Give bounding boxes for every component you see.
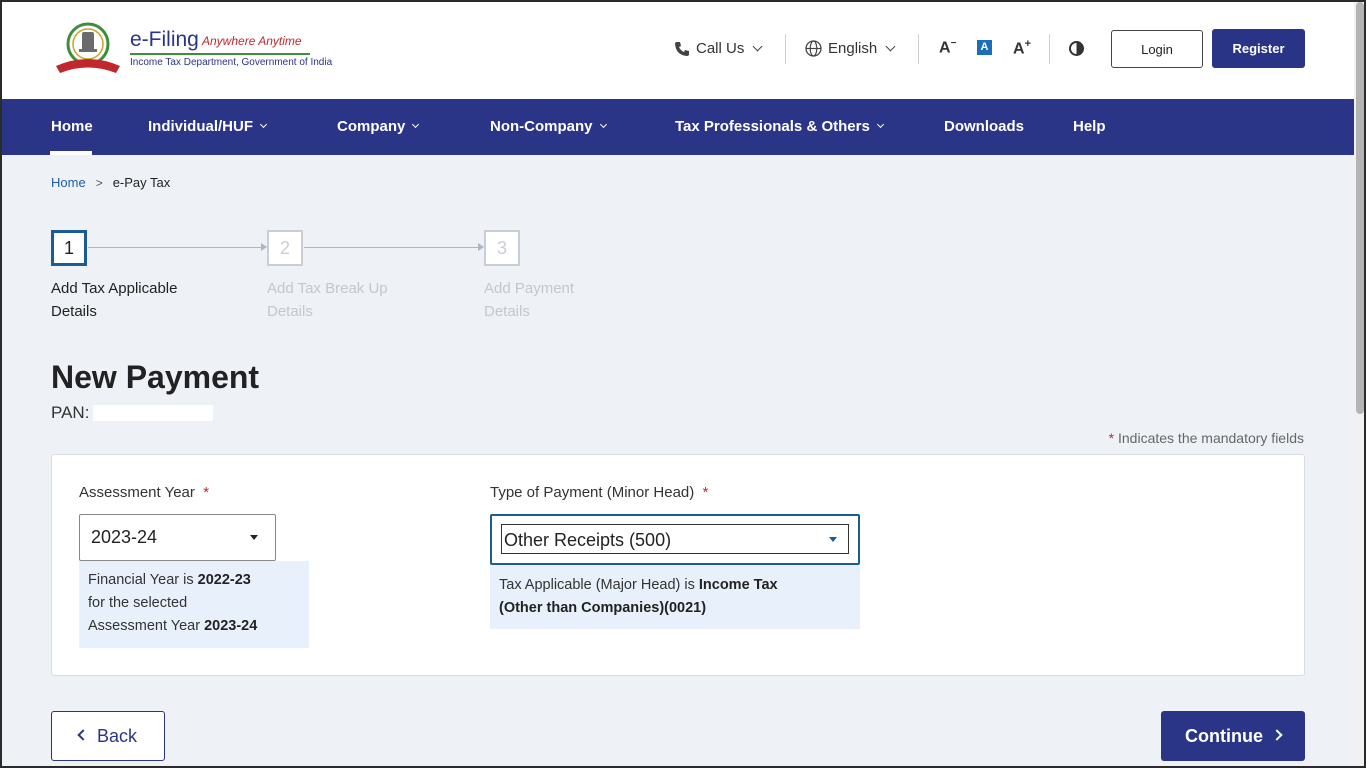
fy-info-mid: for the selected: [88, 595, 188, 611]
font-increase-label: A: [1013, 40, 1025, 58]
nav-item-label: Home: [51, 118, 93, 135]
chevron-down-icon: [412, 120, 420, 129]
type-of-payment-select[interactable]: Other Receipts (500): [490, 514, 860, 565]
font-increase-button[interactable]: A+: [1013, 38, 1031, 58]
nav-item-label: Help: [1073, 118, 1106, 135]
assessment-year-value: 2023-24: [91, 527, 158, 547]
step-3-label: Add Payment Details: [484, 280, 575, 320]
chevron-down-icon: [885, 41, 896, 52]
register-button[interactable]: Register: [1212, 29, 1305, 68]
breadcrumb-current: e-Pay Tax: [112, 175, 171, 190]
header-divider: [918, 34, 919, 64]
government-emblem-icon: [56, 22, 120, 73]
login-button[interactable]: Login: [1111, 30, 1203, 68]
page-title: New Payment: [51, 359, 260, 395]
back-button[interactable]: Back: [51, 711, 165, 761]
required-star: *: [1108, 430, 1115, 446]
nav-item-label: Non-Company: [490, 118, 593, 135]
type-of-payment-label-text: Type of Payment (Minor Head): [490, 484, 695, 501]
pan-display: PAN:: [51, 403, 214, 423]
mandatory-note: * Indicates the mandatory fields: [1109, 430, 1304, 446]
nav-item-help[interactable]: Help: [1073, 118, 1106, 135]
main-nav: Home Individual/HUF Company Non-Company …: [0, 99, 1354, 155]
assessment-year-label-text: Assessment Year: [79, 484, 195, 501]
major-head-code: (Other than Companies)(0021): [499, 600, 707, 616]
scrollbar-thumb[interactable]: [1356, 2, 1364, 414]
language-dropdown[interactable]: English: [805, 40, 896, 57]
ay-info-prefix: Assessment Year: [88, 618, 201, 634]
chevron-down-icon: [599, 120, 607, 129]
site-header: e-Filing Anywhere Anytime Income Tax Dep…: [0, 0, 1366, 99]
breadcrumb: Home > e-Pay Tax: [51, 175, 170, 190]
nav-item-label: Company: [337, 118, 406, 135]
logo-underline: [130, 53, 310, 55]
breadcrumb-home-link[interactable]: Home: [51, 175, 86, 190]
breadcrumb-separator: >: [95, 175, 103, 190]
pan-value-redacted: [93, 405, 214, 421]
call-us-label: Call Us: [696, 40, 745, 57]
major-head-value: Income Tax: [698, 577, 778, 593]
required-star: *: [203, 484, 210, 501]
type-of-payment-label: Type of Payment (Minor Head) *: [490, 484, 708, 501]
logo-title: e-Filing: [130, 28, 199, 51]
header-divider: [1049, 34, 1050, 64]
financial-year-info: Financial Year is 2022-23 for the select…: [79, 561, 309, 648]
main-content: Home > e-Pay Tax 1 2 3 Add Tax Applicabl…: [0, 155, 1354, 768]
step-connector: [304, 247, 479, 248]
efiling-logo[interactable]: e-Filing Anywhere Anytime Income Tax Dep…: [52, 22, 332, 78]
nav-item-non-company[interactable]: Non-Company: [490, 118, 607, 135]
nav-item-label: Downloads: [944, 118, 1025, 135]
continue-button[interactable]: Continue: [1161, 711, 1305, 761]
chevron-down-icon: [752, 41, 763, 52]
chevron-down-icon: [259, 120, 268, 129]
nav-item-label: Individual/HUF: [148, 118, 253, 135]
pan-label: PAN:: [51, 403, 90, 422]
dropdown-caret-icon: [250, 535, 258, 540]
assessment-year-select[interactable]: 2023-24: [79, 514, 276, 561]
step-2-indicator: 2: [267, 230, 303, 266]
fy-info-value: 2022-23: [197, 572, 251, 588]
logo-tagline: Anywhere Anytime: [202, 34, 302, 48]
page-scrollbar[interactable]: [1354, 0, 1366, 768]
required-star: *: [702, 484, 709, 501]
logo-subtitle: Income Tax Department, Government of Ind…: [130, 57, 333, 68]
step-1-label: Add Tax Applicable Details: [51, 280, 178, 320]
globe-icon: [805, 40, 822, 57]
type-of-payment-value: Other Receipts (500): [504, 530, 672, 550]
nav-item-label: Tax Professionals & Others: [675, 118, 870, 135]
mandatory-note-text: Indicates the mandatory fields: [1118, 430, 1304, 446]
chevron-left-icon: [77, 729, 89, 741]
fy-info-prefix: Financial Year is: [88, 572, 194, 588]
step-1-indicator: 1: [51, 230, 87, 266]
call-us-dropdown[interactable]: Call Us: [674, 40, 763, 57]
step-connector: [88, 247, 262, 248]
font-decrease-button[interactable]: A−: [939, 38, 956, 57]
nav-item-individual-huf[interactable]: Individual/HUF: [148, 118, 268, 135]
ay-info-value: 2023-24: [204, 618, 258, 634]
major-head-info-prefix: Tax Applicable (Major Head) is: [499, 577, 695, 593]
font-decrease-label: A: [939, 39, 951, 57]
contrast-toggle-icon[interactable]: [1069, 41, 1084, 56]
nav-item-tax-professionals[interactable]: Tax Professionals & Others: [675, 118, 884, 135]
nav-item-company[interactable]: Company: [337, 118, 420, 135]
header-divider: [785, 34, 786, 64]
dropdown-caret-icon: [829, 537, 837, 542]
step-3-indicator: 3: [484, 230, 520, 266]
font-default-button[interactable]: A: [977, 40, 992, 55]
chevron-down-icon: [876, 120, 884, 129]
major-head-info: Tax Applicable (Major Head) is Income Ta…: [490, 565, 860, 629]
phone-icon: [675, 41, 689, 56]
back-button-label: Back: [96, 725, 138, 746]
step-2-label: Add Tax Break Up Details: [267, 280, 388, 320]
chevron-right-icon: [1271, 729, 1283, 741]
continue-button-label: Continue: [1185, 725, 1263, 746]
nav-item-home[interactable]: Home: [51, 118, 93, 135]
payment-form-card: Assessment Year * 2023-24 Financial Year…: [51, 454, 1305, 676]
nav-item-downloads[interactable]: Downloads: [944, 118, 1024, 135]
assessment-year-label: Assessment Year *: [79, 484, 209, 501]
language-label: English: [828, 40, 878, 57]
